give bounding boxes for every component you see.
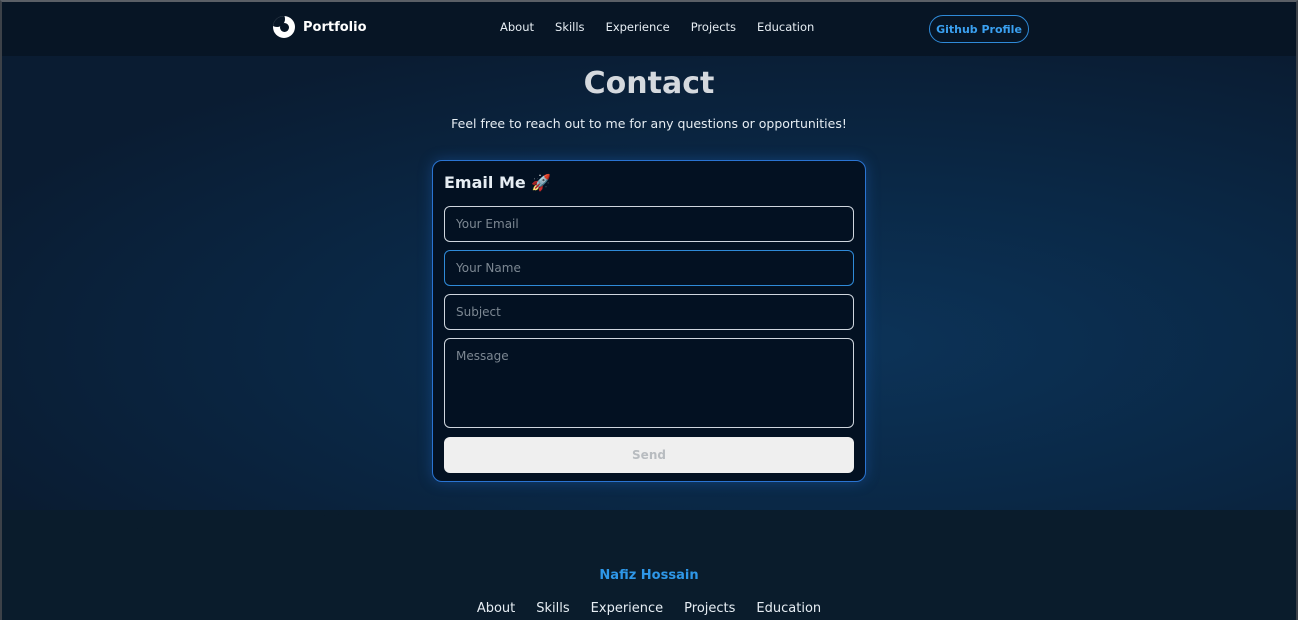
nav-link-experience[interactable]: Experience — [606, 20, 670, 34]
footer-link-education[interactable]: Education — [756, 601, 821, 616]
name-field[interactable] — [444, 250, 854, 286]
message-field[interactable] — [444, 338, 854, 428]
logo-icon — [273, 16, 295, 38]
nav-link-about[interactable]: About — [500, 20, 534, 34]
email-field[interactable] — [444, 206, 854, 242]
form-heading: Email Me 🚀 — [444, 173, 552, 192]
navbar: Portfolio About Skills Experience Projec… — [0, 0, 1298, 56]
footer-wave-divider — [0, 511, 1298, 540]
footer-links: About Skills Experience Projects Educati… — [0, 601, 1298, 616]
nav-link-skills[interactable]: Skills — [555, 20, 585, 34]
nav-link-projects[interactable]: Projects — [691, 20, 736, 34]
footer-link-about[interactable]: About — [477, 601, 515, 616]
nav-link-education[interactable]: Education — [757, 20, 814, 34]
subject-field[interactable] — [444, 294, 854, 330]
github-profile-button[interactable]: Github Profile — [929, 15, 1029, 43]
nav-links: About Skills Experience Projects Educati… — [500, 20, 814, 34]
footer-link-projects[interactable]: Projects — [684, 601, 735, 616]
email-form-card: Email Me 🚀 Send — [432, 160, 866, 482]
page-title: Contact — [583, 66, 715, 101]
brand[interactable]: Portfolio — [273, 16, 367, 38]
contact-subtitle: Feel free to reach out to me for any que… — [451, 116, 847, 131]
footer-name[interactable]: Nafiz Hossain — [0, 568, 1298, 583]
send-button[interactable]: Send — [444, 437, 854, 473]
brand-text: Portfolio — [303, 19, 367, 35]
footer-link-skills[interactable]: Skills — [536, 601, 569, 616]
footer-link-experience[interactable]: Experience — [591, 601, 664, 616]
